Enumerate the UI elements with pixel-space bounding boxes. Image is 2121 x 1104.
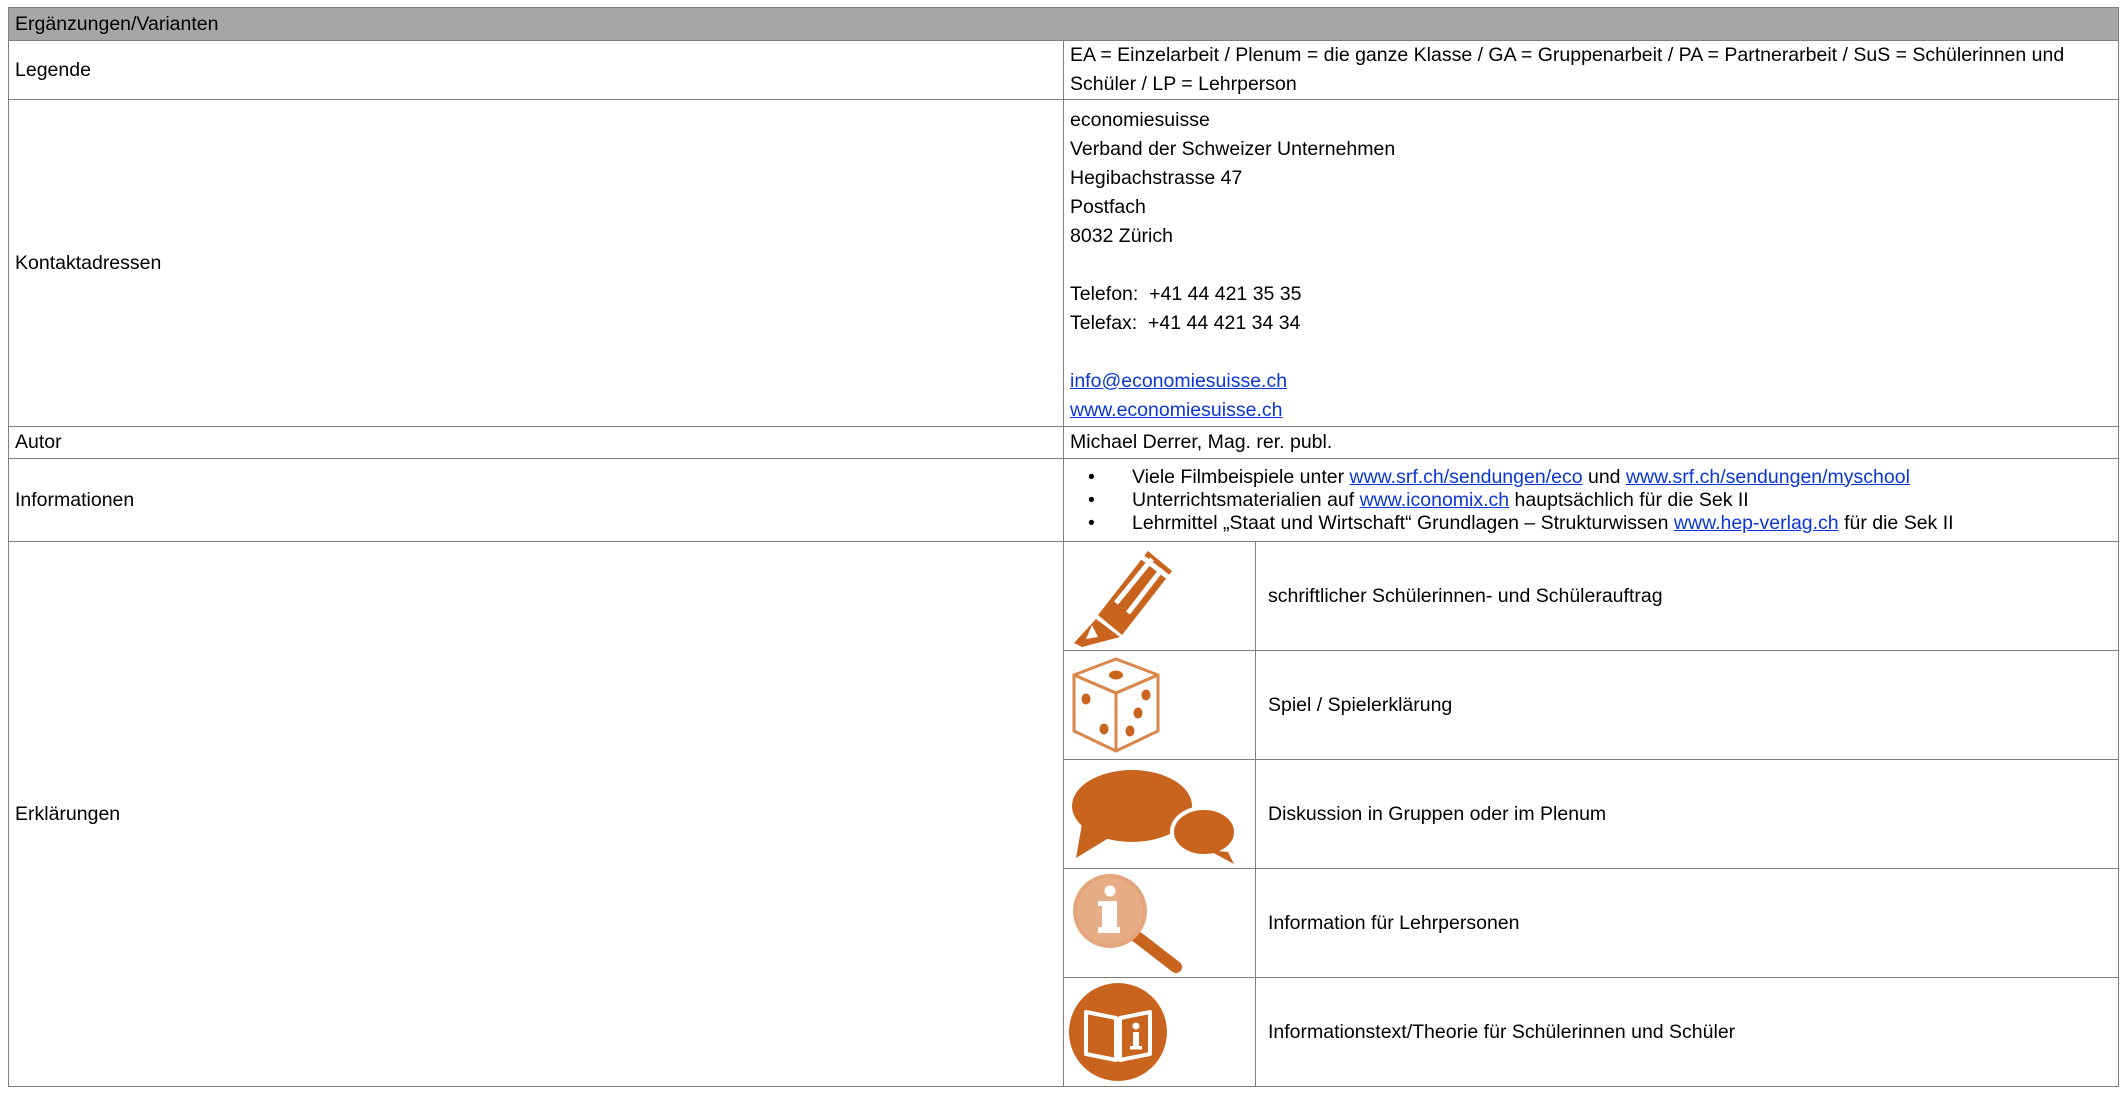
informationen-content: • Viele Filmbeispiele unter www.srf.ch/s… bbox=[1063, 458, 2119, 542]
informationen-row: Informationen • Viele Filmbeispiele unte… bbox=[8, 458, 2119, 542]
autor-row: Autor Michael Derrer, Mag. rer. publ. bbox=[8, 426, 2119, 459]
bullet: • bbox=[1088, 465, 1095, 488]
info-item: • Lehrmittel „Staat und Wirtschaft“ Grun… bbox=[1070, 512, 2112, 535]
autor-text: Michael Derrer, Mag. rer. publ. bbox=[1063, 426, 2119, 459]
street: Hegibachstrasse 47 bbox=[1070, 166, 1243, 189]
header-row: Ergänzungen/Varianten bbox=[8, 7, 2119, 41]
pencil-icon bbox=[1074, 551, 1172, 647]
city: 8032 Zürich bbox=[1070, 224, 1173, 247]
info-table: Ergänzungen/Varianten Legende EA = Einze… bbox=[8, 7, 2119, 1087]
erklaerungen-label: Erklärungen bbox=[8, 541, 1064, 1087]
legende-row: Legende EA = Einzelarbeit / Plenum = die… bbox=[8, 40, 2119, 100]
erklaerungen-row: Erklärungen schriftlicher Schülerinnen- … bbox=[8, 541, 2119, 1087]
legend-row: Information für Lehrpersonen bbox=[1064, 868, 2118, 978]
telefon: Telefon: +41 44 421 35 35 bbox=[1070, 282, 1302, 305]
info-text: Lehrmittel „Staat und Wirtschaft“ Grundl… bbox=[1132, 511, 1674, 534]
org-name: economiesuisse bbox=[1070, 108, 1210, 131]
srf-eco-link[interactable]: www.srf.ch/sendungen/eco bbox=[1350, 466, 1583, 488]
telefax: Telefax: +41 44 421 34 34 bbox=[1070, 311, 1301, 334]
book-info-icon bbox=[1069, 983, 1167, 1081]
legend-row: schriftlicher Schülerinnen- und Schülera… bbox=[1064, 542, 2118, 651]
kontakt-label: Kontaktadressen bbox=[8, 99, 1064, 427]
info-item: • Viele Filmbeispiele unter www.srf.ch/s… bbox=[1070, 466, 2112, 489]
kontakt-content: economiesuisse Verband der Schweizer Unt… bbox=[1063, 99, 2119, 427]
legende-label: Legende bbox=[8, 40, 1064, 100]
info-text: für die Sek II bbox=[1838, 511, 1954, 534]
legend-text: Diskussion in Gruppen oder im Plenum bbox=[1255, 759, 2118, 869]
speech-bubbles-icon bbox=[1072, 770, 1238, 864]
info-magnifier-icon bbox=[1073, 874, 1182, 973]
legend-row: Diskussion in Gruppen oder im Plenum bbox=[1064, 759, 2118, 869]
legend-icons-table: schriftlicher Schülerinnen- und Schülera… bbox=[1064, 542, 2118, 1086]
srf-myschool-link[interactable]: www.srf.ch/sendungen/myschool bbox=[1626, 466, 1910, 488]
info-text: Viele Filmbeispiele unter bbox=[1132, 465, 1350, 488]
email-link[interactable]: info@economiesuisse.ch bbox=[1070, 370, 1287, 392]
legend-row: Spiel / Spielerklärung bbox=[1064, 650, 2118, 760]
info-text: hauptsächlich für die Sek II bbox=[1509, 488, 1749, 511]
info-item: • Unterrichtsmaterialien auf www.iconomi… bbox=[1070, 489, 2112, 512]
legend-text: Spiel / Spielerklärung bbox=[1255, 650, 2118, 760]
erklaerungen-content: schriftlicher Schülerinnen- und Schülera… bbox=[1063, 541, 2119, 1087]
informationen-label: Informationen bbox=[8, 458, 1064, 542]
postfach: Postfach bbox=[1070, 195, 1146, 218]
bullet: • bbox=[1088, 511, 1095, 534]
website-link[interactable]: www.economiesuisse.ch bbox=[1070, 399, 1282, 421]
hep-verlag-link[interactable]: www.hep-verlag.ch bbox=[1674, 512, 1839, 534]
dice-icon bbox=[1072, 657, 1160, 753]
document-page: Ergänzungen/Varianten Legende EA = Einze… bbox=[8, 7, 2119, 1087]
bullet: • bbox=[1088, 488, 1095, 511]
info-text: Unterrichtsmaterialien auf bbox=[1132, 488, 1360, 511]
info-text: und bbox=[1582, 465, 1626, 488]
kontakt-row: Kontaktadressen economiesuisse Verband d… bbox=[8, 99, 2119, 427]
autor-label: Autor bbox=[8, 426, 1064, 459]
table-header: Ergänzungen/Varianten bbox=[8, 7, 2119, 41]
legend-text: Information für Lehrpersonen bbox=[1255, 868, 2118, 978]
legend-text: schriftlicher Schülerinnen- und Schülera… bbox=[1255, 542, 2118, 651]
iconomix-link[interactable]: www.iconomix.ch bbox=[1360, 489, 1510, 511]
legend-text: Informationstext/Theorie für Schülerinne… bbox=[1255, 977, 2118, 1086]
legend-row: Informationstext/Theorie für Schülerinne… bbox=[1064, 977, 2118, 1086]
legende-text: EA = Einzelarbeit / Plenum = die ganze K… bbox=[1063, 40, 2119, 100]
org-subtitle: Verband der Schweizer Unternehmen bbox=[1070, 137, 1396, 160]
